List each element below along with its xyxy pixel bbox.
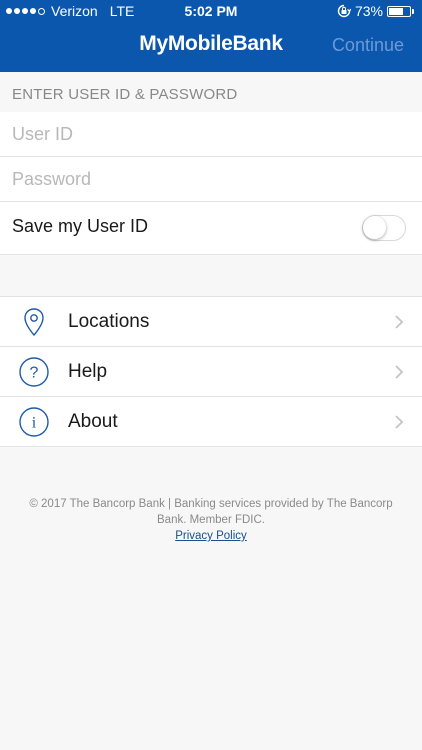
save-user-id-toggle[interactable]: [362, 215, 406, 241]
password-input[interactable]: [12, 157, 402, 201]
menu-item-locations[interactable]: Locations: [0, 297, 422, 347]
password-row: [0, 157, 422, 202]
app-header: Verizon LTE 5:02 PM 73% MyMobileBank Con…: [0, 0, 422, 72]
status-bar: Verizon LTE 5:02 PM 73%: [0, 0, 422, 22]
continue-button[interactable]: Continue: [332, 35, 404, 56]
battery-icon: [387, 5, 411, 17]
menu-item-label: Locations: [68, 311, 150, 332]
rotation-lock-icon: [337, 4, 351, 18]
save-user-id-label: Save my User ID: [12, 216, 149, 236]
menu-item-about[interactable]: i About: [0, 397, 422, 446]
menu-item-label: About: [68, 411, 118, 432]
chevron-right-icon: [395, 365, 404, 379]
toggle-knob: [363, 216, 386, 239]
question-icon: ?: [19, 357, 49, 387]
nav-bar: MyMobileBank Continue: [0, 22, 422, 72]
user-id-row: [0, 112, 422, 157]
svg-text:i: i: [32, 415, 37, 432]
user-id-input[interactable]: [12, 112, 402, 156]
footer-text: © 2017 The Bancorp Bank | Banking servic…: [29, 498, 393, 526]
divider: [0, 254, 422, 255]
privacy-policy-link[interactable]: Privacy Policy: [175, 530, 247, 542]
info-icon: i: [19, 407, 49, 437]
chevron-right-icon: [395, 415, 404, 429]
menu-list: Locations ? Help i About: [0, 296, 422, 447]
svg-text:?: ?: [30, 365, 39, 382]
save-user-id-row: Save my User ID: [0, 202, 422, 254]
location-pin-icon: [24, 308, 44, 337]
login-section-header: ENTER USER ID & PASSWORD: [12, 86, 238, 103]
menu-item-label: Help: [68, 361, 108, 382]
login-form: Save my User ID: [0, 112, 422, 254]
footer: © 2017 The Bancorp Bank | Banking servic…: [14, 496, 408, 544]
chevron-right-icon: [395, 315, 404, 329]
battery-percent: 73%: [354, 3, 383, 19]
menu-item-help[interactable]: ? Help: [0, 347, 422, 397]
